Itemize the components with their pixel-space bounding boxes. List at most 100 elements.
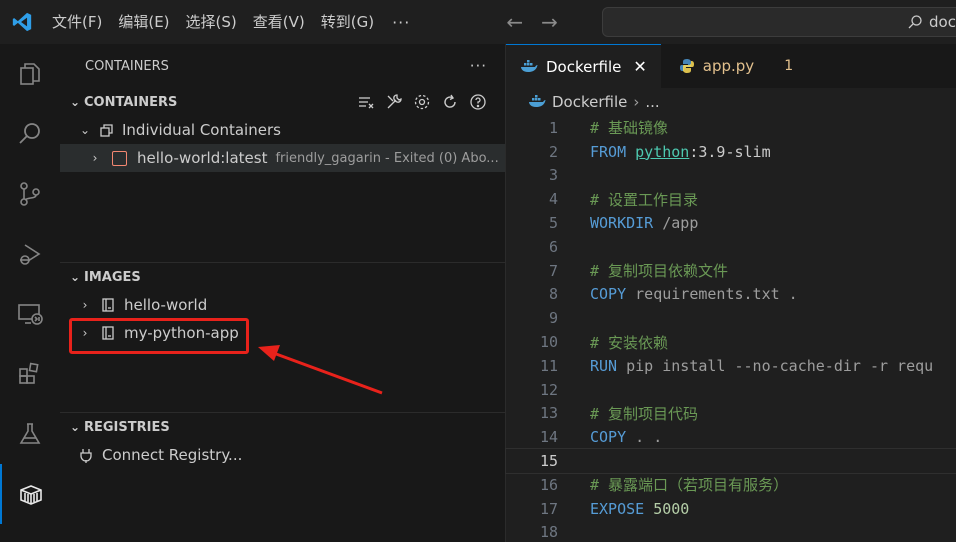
code-line[interactable]: 2 FROM python:3.9-slim <box>506 140 956 164</box>
containers-empty-space <box>60 172 505 262</box>
code-token: # 设置工作目录 <box>590 190 699 209</box>
container-item[interactable]: › hello-world:latest friendly_gagarin - … <box>60 144 505 172</box>
code-token: # 基础镜像 <box>590 119 669 138</box>
search-view-icon[interactable] <box>0 104 60 164</box>
code-line[interactable]: 8 COPY requirements.txt . <box>506 283 956 307</box>
code-token: COPY <box>590 285 627 304</box>
menu-file[interactable]: 文件(F) <box>44 7 110 37</box>
chevron-down-icon: ⌄ <box>69 95 81 109</box>
problem-count-badge: 1 <box>784 58 794 74</box>
line-number: 1 <box>548 118 558 137</box>
code-line[interactable]: 6 <box>506 235 956 259</box>
explorer-icon[interactable] <box>0 44 60 104</box>
tab-label: Dockerfile <box>546 57 622 76</box>
remote-explorer-icon[interactable] <box>0 284 60 344</box>
breadcrumb-rest[interactable]: ... <box>645 93 659 111</box>
vscode-logo-icon[interactable] <box>0 0 44 44</box>
line-number: 10 <box>539 333 558 352</box>
code-token: WORKDIR <box>590 214 654 233</box>
navigation-arrows: ← → <box>506 10 558 34</box>
refresh-icon[interactable] <box>441 93 459 111</box>
sidebar-more-button[interactable]: ··· <box>470 57 487 75</box>
code-line[interactable]: 1 # 基础镜像 <box>506 116 956 140</box>
menu-more-button[interactable]: ··· <box>382 13 420 32</box>
code-line[interactable]: 16 # 暴露端口（若项目有服务） <box>506 473 956 497</box>
menu-go[interactable]: 转到(G) <box>313 7 382 37</box>
breadcrumb: Dockerfile › ... <box>506 88 956 116</box>
code-token: FROM <box>590 142 627 161</box>
code-line[interactable]: 12 <box>506 378 956 402</box>
code-line[interactable]: 11 RUN pip install --no-cache-dir -r requ <box>506 354 956 378</box>
individual-containers-group[interactable]: ⌄ Individual Containers <box>60 116 505 144</box>
containers-actions <box>357 88 487 116</box>
tools-icon[interactable] <box>385 93 403 111</box>
code-token: # 安装依赖 <box>590 333 669 352</box>
line-number: 8 <box>548 285 558 304</box>
line-number: 12 <box>539 380 558 399</box>
image-icon <box>102 298 114 312</box>
images-section-header[interactable]: ⌄ IMAGES <box>60 263 505 291</box>
docker-whale-icon <box>521 59 538 72</box>
container-name: hello-world:latest <box>137 149 268 167</box>
docker-icon[interactable] <box>0 464 60 524</box>
code-line[interactable]: 3 <box>506 164 956 188</box>
code-line[interactable]: 17 EXPOSE 5000 <box>506 497 956 521</box>
line-source: FROM python:3.9-slim <box>590 143 771 161</box>
tab-dockerfile[interactable]: Dockerfile ✕ <box>506 44 661 88</box>
code-line[interactable]: 13 # 复制项目代码 <box>506 402 956 426</box>
breadcrumb-chevron-icon: › <box>633 93 640 111</box>
code-line[interactable]: 7 # 复制项目依赖文件 <box>506 259 956 283</box>
code-line[interactable]: 18 <box>506 521 956 542</box>
run-debug-icon[interactable] <box>0 224 60 284</box>
code-line[interactable]: 4 # 设置工作目录 <box>506 187 956 211</box>
gear-icon[interactable] <box>413 93 431 111</box>
tab-app-py[interactable]: app.py 1 <box>660 44 822 88</box>
containers-section-header[interactable]: ⌄ CONTAINERS <box>60 88 505 116</box>
code-line[interactable]: 14 COPY . . <box>506 425 956 449</box>
code-token: 5000 <box>644 499 690 518</box>
forward-arrow-icon[interactable]: → <box>541 10 558 34</box>
help-icon[interactable] <box>469 93 487 111</box>
docker-whale-icon <box>529 95 546 107</box>
code-line[interactable]: 5 WORKDIR /app <box>506 211 956 235</box>
container-group-icon <box>100 124 113 137</box>
image-item-hello-world[interactable]: › hello-world <box>60 291 505 319</box>
line-number: 3 <box>548 166 558 185</box>
command-center-search[interactable]: doc <box>602 7 956 37</box>
menu-view[interactable]: 查看(V) <box>245 7 313 37</box>
line-source: RUN pip install --no-cache-dir -r requ <box>590 357 933 375</box>
line-number: 5 <box>548 214 558 233</box>
close-icon[interactable]: ✕ <box>633 57 646 76</box>
connect-registry-item[interactable]: Connect Registry... <box>60 441 505 469</box>
container-stopped-icon <box>112 150 127 166</box>
code-token: COPY <box>590 428 627 447</box>
line-source: COPY . . <box>590 428 662 446</box>
breadcrumb-file[interactable]: Dockerfile <box>552 93 627 111</box>
line-number: 18 <box>539 523 558 542</box>
code-editor[interactable]: 1 # 基础镜像 2 FROM python:3.9-slim 3 4 # 设置工作目录 5 W… <box>505 116 956 542</box>
line-number: 14 <box>539 428 558 447</box>
chevron-down-icon: ⌄ <box>79 123 91 137</box>
line-source: # 安装依赖 <box>590 332 668 353</box>
sidebar-title: CONTAINERS <box>85 58 169 74</box>
code-line[interactable]: 15 <box>505 448 956 474</box>
code-token: requirements.txt . <box>626 285 798 304</box>
sidebar-header: CONTAINERS ··· <box>60 44 505 88</box>
extensions-icon[interactable] <box>0 344 60 404</box>
menu-edit[interactable]: 编辑(E) <box>110 7 177 37</box>
code-line[interactable]: 10 # 安装依赖 <box>506 330 956 354</box>
line-number: 15 <box>539 452 558 471</box>
search-text: doc <box>929 13 956 31</box>
title-bar: 文件(F) 编辑(E) 选择(S) 查看(V) 转到(G) ··· ← → do… <box>0 0 956 44</box>
source-control-icon[interactable] <box>0 164 60 224</box>
code-line[interactable]: 9 <box>506 306 956 330</box>
menu-selection[interactable]: 选择(S) <box>178 7 245 37</box>
testing-flask-icon[interactable] <box>0 404 60 464</box>
python-icon <box>679 59 694 73</box>
back-arrow-icon[interactable]: ← <box>506 10 523 34</box>
registries-section-header[interactable]: ⌄ REGISTRIES <box>60 413 505 441</box>
image-name: hello-world <box>124 296 208 314</box>
line-source: COPY requirements.txt . <box>590 285 798 303</box>
group-by-icon[interactable] <box>357 93 375 111</box>
annotation-highlight-box <box>69 318 249 354</box>
